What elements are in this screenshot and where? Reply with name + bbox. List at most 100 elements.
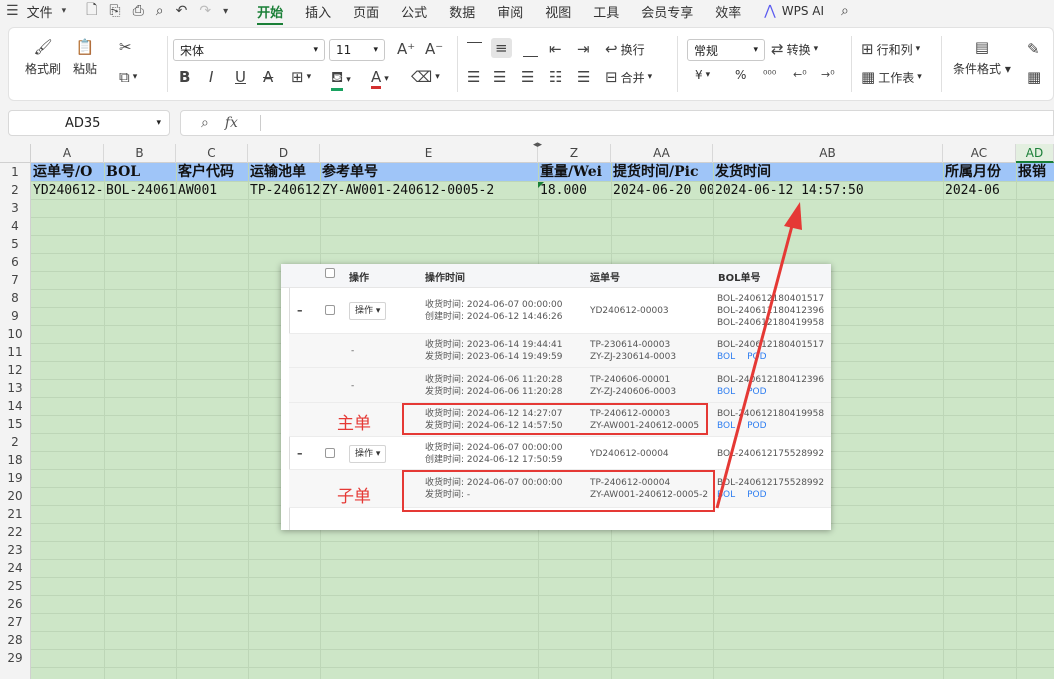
row-number[interactable]: 4 <box>0 217 30 235</box>
currency-button[interactable]: ¥ ▾ <box>695 68 710 82</box>
fx-icon[interactable]: fx <box>225 115 238 131</box>
underline-button[interactable]: U <box>235 68 246 86</box>
row-number[interactable]: 13 <box>0 379 30 397</box>
export-icon[interactable]: ⎘ <box>103 3 126 19</box>
row-number[interactable]: 24 <box>0 559 30 577</box>
collapse-icon[interactable]: – <box>297 447 303 460</box>
select-all-corner[interactable] <box>0 144 31 163</box>
cell-ab2[interactable]: 2024-06-12 14:57:50 <box>713 182 943 200</box>
row-number[interactable]: 25 <box>0 577 30 595</box>
cell-aa1[interactable]: 提货时间/Pic <box>611 163 713 181</box>
row-number[interactable]: 23 <box>0 541 30 559</box>
font-name-select[interactable]: 宋体 ▾ <box>173 39 325 61</box>
row-number[interactable]: 14 <box>0 397 30 415</box>
col-c[interactable]: C <box>176 144 248 163</box>
justify-button[interactable]: ☰ <box>577 68 590 86</box>
tab-view[interactable]: 视图 <box>534 2 582 21</box>
row-number[interactable]: 8 <box>0 289 30 307</box>
wrap-text-button[interactable]: ↩ 换行 <box>605 40 645 58</box>
formula-input[interactable]: ⌕ fx <box>180 110 1054 136</box>
cell-aa2[interactable]: 2024-06-20 00 <box>611 182 713 200</box>
row-number[interactable]: 2 <box>0 433 30 451</box>
col-ac[interactable]: AC <box>943 144 1016 163</box>
col-ab[interactable]: AB <box>713 144 943 163</box>
row-number[interactable]: 11 <box>0 343 30 361</box>
row-number[interactable]: 27 <box>0 613 30 631</box>
conditional-format-button[interactable]: ▤ 条件格式 ▾ <box>953 38 1011 77</box>
cell-ab1[interactable]: 发货时间 <box>713 163 943 181</box>
tab-data[interactable]: 数据 <box>438 2 486 21</box>
wps-ai-button[interactable]: WPS AI <box>782 4 835 18</box>
format-painter-button[interactable]: 🖌 格式刷 <box>25 38 61 77</box>
fill-color-button[interactable]: ⛾ ▾ <box>331 68 351 91</box>
align-right-button[interactable]: ☰ <box>521 68 534 86</box>
italic-button[interactable]: I <box>209 68 213 86</box>
hamburger-icon[interactable]: ☰ <box>0 3 25 19</box>
search-icon[interactable]: ⌕ <box>835 3 855 19</box>
cell-b1[interactable]: BOL <box>104 163 176 181</box>
collapse-icon[interactable]: – <box>297 304 303 317</box>
tab-insert[interactable]: 插入 <box>294 2 342 21</box>
undo-icon[interactable]: ↶ <box>170 3 194 19</box>
row-number[interactable]: 2 <box>0 181 30 199</box>
row-number[interactable]: 28 <box>0 631 30 649</box>
col-z[interactable]: Z <box>538 144 611 163</box>
row-number[interactable]: 9 <box>0 307 30 325</box>
merge-button[interactable]: ⊟ 合并 ▾ <box>605 68 652 86</box>
worksheet-button[interactable]: ▦ 工作表 ▾ <box>861 68 922 86</box>
name-box[interactable]: AD35 ▾ <box>8 110 170 136</box>
table-button[interactable]: ▦ <box>1027 68 1041 86</box>
copy-button[interactable]: ⧉ ▾ <box>119 68 137 86</box>
save-icon[interactable]: 🗋 <box>80 0 103 23</box>
redo-icon[interactable]: ↷ <box>193 3 217 19</box>
row-number[interactable]: 22 <box>0 523 30 541</box>
row-number[interactable]: 7 <box>0 271 30 289</box>
row-col-button[interactable]: ⊞ 行和列 ▾ <box>861 40 920 58</box>
style-button[interactable]: ✎ <box>1027 40 1040 58</box>
align-center-button[interactable]: ☰ <box>493 68 506 86</box>
tab-review[interactable]: 审阅 <box>486 2 534 21</box>
print-preview-icon[interactable]: ⌕ <box>150 3 170 19</box>
distribute-button[interactable]: ☷ <box>549 68 562 86</box>
clear-button[interactable]: ⌫ ▾ <box>411 68 440 86</box>
align-middle-button[interactable]: ≡ <box>491 38 512 58</box>
row-number[interactable]: 3 <box>0 199 30 217</box>
number-format-select[interactable]: 常规 ▾ <box>687 39 765 61</box>
percent-button[interactable]: % <box>735 68 746 82</box>
cell-c1[interactable]: 客户代码 <box>176 163 248 181</box>
indent-increase-button[interactable]: ⇥ <box>577 40 590 58</box>
zoom-icon[interactable]: ⌕ <box>201 115 209 131</box>
row-number[interactable]: 1 <box>0 163 30 181</box>
hidden-columns-icon[interactable]: ◂▸ <box>533 140 542 150</box>
cell-a2[interactable]: YD240612- <box>31 182 104 200</box>
tab-member[interactable]: 会员专享 <box>630 2 704 21</box>
tab-formula[interactable]: 公式 <box>390 2 438 21</box>
border-button[interactable]: ⊞ ▾ <box>291 68 311 86</box>
cell-z1[interactable]: 重量/Wei <box>538 163 611 181</box>
indent-decrease-button[interactable]: ⇤ <box>549 40 562 58</box>
col-ad[interactable]: AD <box>1016 144 1054 163</box>
cell-ac2[interactable]: 2024-06 <box>943 182 1016 200</box>
more-icon[interactable]: ▾ <box>217 6 234 17</box>
row-number[interactable]: 15 <box>0 415 30 433</box>
convert-button[interactable]: ⇄ 转换 ▾ <box>771 40 818 58</box>
col-e[interactable]: E <box>320 144 538 163</box>
cell-b2[interactable]: BOL-24061 <box>104 182 176 200</box>
cell-e2[interactable]: ZY-AW001-240612-0005-2 <box>320 182 538 200</box>
align-top-button[interactable]: ⎺ <box>467 40 482 58</box>
increase-decimal-button[interactable]: ←⁰ <box>793 68 807 81</box>
tab-efficiency[interactable]: 效率 <box>704 2 752 21</box>
chevron-down-icon[interactable]: ▾ <box>56 6 73 16</box>
decrease-font-button[interactable]: A⁻ <box>425 40 443 58</box>
row-number[interactable]: 5 <box>0 235 30 253</box>
row-number[interactable]: 19 <box>0 469 30 487</box>
cell-ac1[interactable]: 所属月份 <box>943 163 1016 181</box>
row-number[interactable]: 12 <box>0 361 30 379</box>
bold-button[interactable]: B <box>179 68 190 86</box>
cut-button[interactable]: ✂ <box>119 38 132 56</box>
increase-font-button[interactable]: A⁺ <box>397 40 415 58</box>
print-icon[interactable]: ⎙ <box>127 3 150 19</box>
paste-button[interactable]: 📋 粘贴 <box>73 38 97 77</box>
row-number[interactable]: 18 <box>0 451 30 469</box>
cell-c2[interactable]: AW001 <box>176 182 248 200</box>
